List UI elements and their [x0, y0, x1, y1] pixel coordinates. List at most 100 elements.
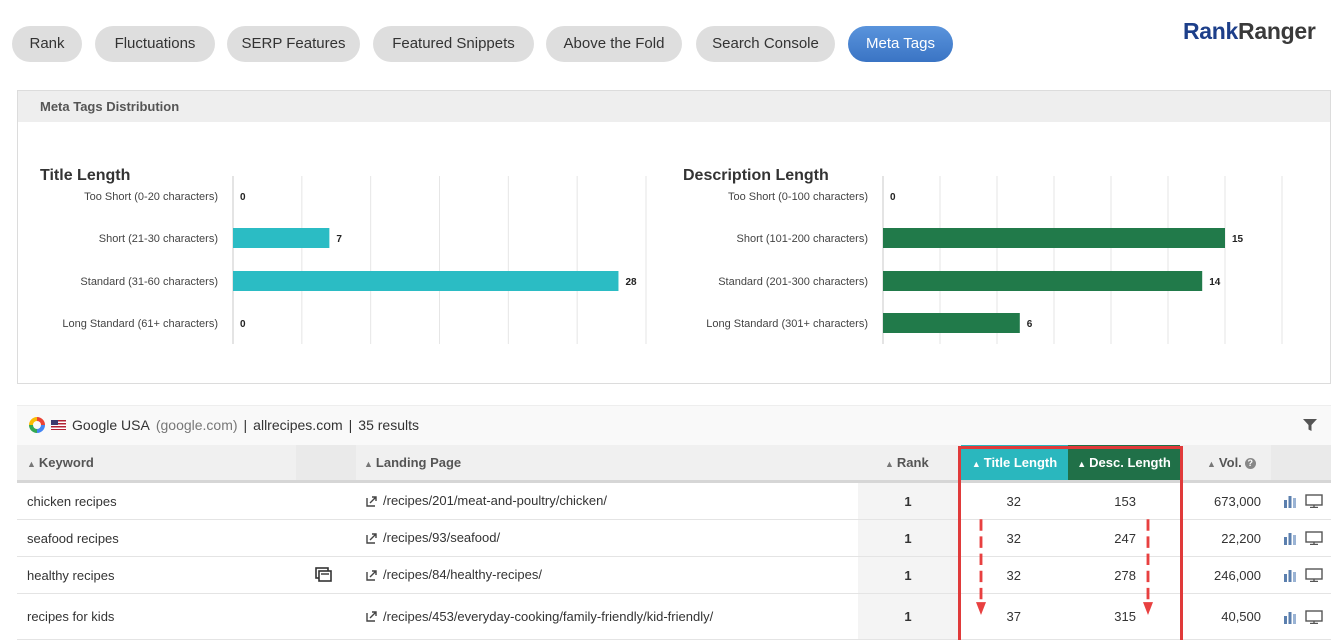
- data-label: 0: [890, 192, 896, 203]
- tab-fluctuations[interactable]: Fluctuations: [95, 26, 215, 62]
- external-link-icon[interactable]: [366, 611, 377, 622]
- meta-tags-distribution-panel: Meta Tags Distribution Title Length05101…: [17, 90, 1331, 384]
- results-bar: Google USA (google.com) | allrecipes.com…: [17, 405, 1331, 445]
- column-desc-length[interactable]: ▲︎ Desc. Length: [1068, 445, 1180, 480]
- desc-length-value: 153: [1114, 493, 1136, 509]
- volume-cell: 22,200: [1197, 520, 1261, 556]
- row-actions: [1283, 520, 1331, 556]
- rank-cell: 1: [858, 520, 958, 556]
- keyword-cell[interactable]: recipes for kids: [27, 594, 297, 639]
- landing-page-url[interactable]: /recipes/93/seafood/: [383, 530, 500, 546]
- title-length-value: 32: [1006, 567, 1021, 583]
- landing-page-cell[interactable]: /recipes/93/seafood/: [366, 520, 726, 556]
- column-keyword[interactable]: ▲︎ Keyword: [27, 445, 297, 480]
- landing-page-url[interactable]: /recipes/84/healthy-recipes/: [383, 567, 542, 583]
- column-title-length[interactable]: ▲︎ Title Length: [961, 445, 1068, 480]
- landing-page-url[interactable]: /recipes/201/meat-and-poultry/chicken/: [383, 493, 607, 509]
- help-icon[interactable]: ?: [1244, 458, 1256, 470]
- column-desc-label: Desc. Length: [1089, 455, 1171, 470]
- rank-value: 1: [904, 530, 912, 546]
- external-link-icon[interactable]: [366, 532, 377, 544]
- keyword-cell[interactable]: chicken recipes: [27, 483, 297, 519]
- desc-length-cell: 315: [1073, 594, 1136, 639]
- logo-part-ranger: Ranger: [1238, 18, 1316, 44]
- data-label: 15: [1232, 234, 1244, 245]
- rank-cell: 1: [858, 483, 958, 519]
- tab-serp-features[interactable]: SERP Features: [227, 26, 360, 62]
- bar: [883, 271, 1203, 291]
- external-link-icon[interactable]: [366, 495, 377, 507]
- landing-page-cell[interactable]: /recipes/453/everyday-cooking/family-fri…: [366, 594, 726, 639]
- bar: [233, 228, 330, 248]
- data-label: 0: [240, 319, 246, 330]
- column-title-label: Title Length: [983, 455, 1058, 470]
- panel-title: Meta Tags Distribution: [18, 91, 1330, 122]
- serp-snapshot-icon[interactable]: [315, 557, 339, 593]
- column-keyword-label: Keyword: [38, 455, 94, 470]
- bar-chart-icon[interactable]: [1283, 568, 1297, 582]
- column-volume-label: Vol.: [1218, 455, 1242, 470]
- title-length-cell: 32: [961, 557, 1021, 593]
- table-row: seafood recipes/recipes/93/seafood/1 32 24…: [17, 520, 1331, 557]
- keyword-text: recipes for kids: [27, 609, 115, 624]
- distribution-charts: Title Length051015202530Too Short (0-20 …: [40, 167, 1283, 344]
- bar-chart-icon[interactable]: [1283, 610, 1297, 624]
- column-landing-page[interactable]: ▲︎ Landing Page: [364, 445, 664, 480]
- volume-value: 22,200: [1221, 530, 1261, 546]
- table-row: recipes for kids/recipes/453/everyday-co…: [17, 594, 1331, 640]
- desktop-icon[interactable]: [1305, 531, 1323, 545]
- desc-length-cell: 247: [1073, 520, 1136, 556]
- column-rank-label: Rank: [896, 455, 929, 470]
- tab-featured-snippets[interactable]: Featured Snippets: [373, 26, 534, 62]
- volume-cell: 40,500: [1197, 594, 1261, 639]
- tab-rank[interactable]: Rank: [12, 26, 82, 62]
- table-header: ▲︎ Keyword ▲︎ Landing Page ▲ Rank ▲︎ Title L…: [17, 445, 1331, 483]
- keyword-cell[interactable]: healthy recipes: [27, 557, 297, 593]
- row-actions: [1283, 557, 1331, 593]
- landing-page-cell[interactable]: /recipes/201/meat-and-poultry/chicken/: [366, 483, 726, 519]
- category-label: Standard (31-60 characters): [80, 276, 218, 288]
- desktop-icon[interactable]: [1305, 494, 1323, 508]
- desktop-icon[interactable]: [1305, 568, 1323, 582]
- category-label: Long Standard (301+ characters): [706, 318, 868, 330]
- volume-value: 246,000: [1214, 567, 1261, 583]
- landing-page-cell[interactable]: /recipes/84/healthy-recipes/: [366, 557, 726, 593]
- category-label: Standard (201-300 characters): [718, 276, 868, 288]
- tab-search-console[interactable]: Search Console: [696, 26, 835, 62]
- bar: [883, 228, 1225, 248]
- bar-chart-icon[interactable]: [1283, 531, 1297, 545]
- separator: |: [348, 417, 353, 433]
- filter-icon[interactable]: [1303, 418, 1317, 432]
- keyword-text: healthy recipes: [27, 567, 115, 583]
- volume-value: 40,500: [1221, 609, 1261, 624]
- external-link-icon[interactable]: [366, 569, 377, 581]
- keyword-cell[interactable]: seafood recipes: [27, 520, 297, 556]
- chart-title: Description Length: [683, 167, 829, 184]
- separator: |: [243, 417, 248, 433]
- chart-title: Title Length: [40, 167, 130, 184]
- desc-length-cell: 278: [1073, 557, 1136, 593]
- title-length-cell: 32: [961, 520, 1021, 556]
- category-label: Short (21-30 characters): [99, 233, 218, 245]
- landing-page-url[interactable]: /recipes/453/everyday-cooking/family-fri…: [383, 609, 713, 625]
- results-count: 35 results: [358, 417, 419, 433]
- bar: [233, 271, 619, 291]
- data-label: 0: [240, 192, 246, 203]
- rank-value: 1: [904, 567, 912, 583]
- row-actions: [1283, 594, 1331, 639]
- tab-above-the-fold[interactable]: Above the Fold: [546, 26, 682, 62]
- data-label: 6: [1027, 319, 1033, 330]
- category-label: Short (101-200 characters): [737, 233, 868, 245]
- search-engine-domain: (google.com): [155, 417, 238, 433]
- desc-length-value: 278: [1114, 567, 1136, 583]
- rank-cell: 1: [858, 557, 958, 593]
- column-landing-label: Landing Page: [375, 455, 462, 470]
- desc-length-cell: 153: [1073, 483, 1136, 519]
- search-engine-name: Google USA: [72, 417, 150, 433]
- bar-chart-icon[interactable]: [1283, 494, 1297, 508]
- column-volume[interactable]: ▲︎ Vol.?: [1207, 445, 1277, 480]
- column-rank[interactable]: ▲ Rank: [885, 445, 955, 480]
- site-domain: allrecipes.com: [253, 417, 343, 433]
- desktop-icon[interactable]: [1305, 609, 1323, 624]
- tab-meta-tags[interactable]: Meta Tags: [848, 26, 953, 62]
